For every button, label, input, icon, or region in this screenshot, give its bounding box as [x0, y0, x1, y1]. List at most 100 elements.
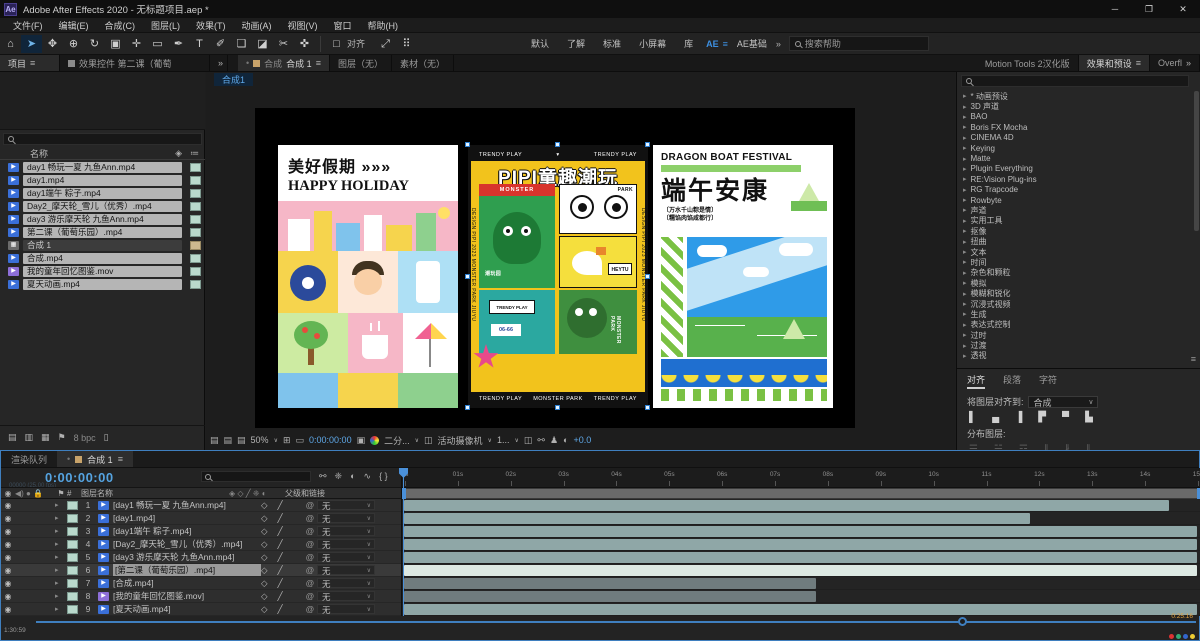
workspace-ae-basic[interactable]: AE基础	[728, 35, 776, 52]
visibility-toggle[interactable]: ◉	[1, 579, 15, 588]
menu-item[interactable]: 文件(F)	[6, 18, 50, 33]
timeline-layer-row[interactable]: ◉ ▸ 1 ▶ [day1 畅玩一夏 九鱼Ann.mp4] ◇ ╱ @ 无	[1, 499, 401, 512]
zoom-tool[interactable]: ⊕	[63, 35, 84, 53]
delete-icon[interactable]: ▯	[104, 432, 109, 443]
type-tool[interactable]: T	[189, 35, 210, 53]
effects-category-row[interactable]: ▸ 抠像	[957, 226, 1193, 236]
graph-editor-icon[interactable]: ∿	[364, 471, 372, 482]
workspace-默认[interactable]: 默认	[522, 35, 558, 52]
comp-panel-menu-icon[interactable]: ≡	[316, 58, 321, 68]
layer-duration-bar[interactable]	[404, 591, 817, 602]
layer-bar-row[interactable]	[402, 577, 1200, 590]
layer-name[interactable]: [day1端午 粽子.mp4]	[113, 525, 261, 537]
clone-tool[interactable]: ❏	[231, 35, 252, 53]
align-vcenter-button[interactable]: ▀	[1062, 412, 1069, 423]
snapshot-icon[interactable]: ▣	[357, 435, 366, 446]
new-composition-icon[interactable]: ▦	[41, 432, 50, 443]
zoom-dropdown-icon[interactable]: ∨	[274, 437, 278, 444]
menu-item[interactable]: 视图(V)	[281, 18, 325, 33]
twirl-icon[interactable]: ▸	[963, 342, 967, 350]
project-file-row[interactable]: ▶ 合成.mp4	[0, 252, 205, 265]
layer-bar-row[interactable]	[402, 499, 1200, 512]
project-file-row[interactable]: ▦ 合成 1	[0, 239, 205, 252]
hand-tool[interactable]: ✥	[42, 35, 63, 53]
effects-category-row[interactable]: ▸ Matte	[957, 153, 1193, 163]
twirl-icon[interactable]: ▸	[963, 290, 967, 298]
visibility-toggle[interactable]: ◉	[1, 540, 15, 549]
menu-item[interactable]: 窗口	[327, 18, 359, 33]
menu-item[interactable]: 帮助(H)	[361, 18, 406, 33]
interpret-footage-icon[interactable]: ▤	[8, 432, 17, 443]
menu-item[interactable]: 合成(C)	[98, 18, 143, 33]
layer-bar-row[interactable]	[402, 512, 1200, 525]
motion-blur-icon[interactable]: ◐	[350, 471, 355, 482]
selection-handle[interactable]	[645, 405, 650, 410]
parent-pickwhip-icon[interactable]: @	[303, 578, 317, 588]
effects-category-row[interactable]: ▸ 时间	[957, 257, 1193, 267]
timeline-layer-row[interactable]: ◉ ▸ 8 ▶ [我的童年回忆图鉴.mov] ◇ ╱ @ 无	[1, 590, 401, 603]
twirl-icon[interactable]: ▸	[963, 300, 967, 308]
twirl-icon[interactable]: ▸	[963, 155, 967, 163]
effects-category-row[interactable]: ▸ RG Trapcode	[957, 185, 1193, 195]
workspace-标准[interactable]: 标准	[594, 35, 630, 52]
layer-duration-bar[interactable]	[404, 500, 1170, 511]
project-file-row[interactable]: ▶ day1.mp4	[0, 174, 205, 187]
parent-select[interactable]: 无	[317, 526, 375, 537]
effects-category-row[interactable]: ▸ 模拟	[957, 278, 1193, 288]
selection-handle[interactable]	[645, 142, 650, 147]
menu-item[interactable]: 效果(T)	[189, 18, 233, 33]
always-preview-icon[interactable]: ▤	[210, 435, 219, 446]
twirl-icon[interactable]: ▸	[963, 206, 967, 214]
tab-paragraph[interactable]: 段落	[1003, 373, 1021, 389]
layer-label-chip[interactable]	[67, 578, 78, 588]
layer-bar-row[interactable]	[402, 564, 1200, 577]
selection-handle[interactable]	[465, 142, 470, 147]
parent-select[interactable]: 无	[317, 500, 375, 511]
parent-pickwhip-icon[interactable]: @	[303, 526, 317, 536]
twirl-icon[interactable]: ▸	[963, 269, 967, 277]
layer-duration-bar[interactable]	[404, 565, 1197, 576]
timeline-search[interactable]	[201, 471, 311, 482]
layer-twirl-icon[interactable]: ▸	[55, 501, 67, 509]
effects-category-row[interactable]: ▸ 杂色和颗粒	[957, 268, 1193, 278]
brackets-icon[interactable]: { }	[379, 471, 388, 482]
tab-motion-tools[interactable]: Motion Tools 2汉化版	[977, 55, 1079, 71]
layer-twirl-icon[interactable]: ▸	[55, 566, 67, 574]
quality-switch[interactable]: ◇	[261, 591, 268, 602]
layer-label-chip[interactable]	[67, 552, 78, 562]
visibility-toggle[interactable]: ◉	[1, 566, 15, 575]
tab-project[interactable]: 项目 ≡	[0, 55, 60, 71]
twirl-icon[interactable]: ▸	[963, 310, 967, 318]
layer-name[interactable]: [day3 游乐摩天轮 九鱼Ann.mp4]	[113, 551, 261, 563]
twirl-icon[interactable]: ▸	[963, 123, 967, 131]
puppet-tool[interactable]: ✜	[294, 35, 315, 53]
pixel-aspect-icon[interactable]: ◫	[524, 435, 533, 446]
selection-handle[interactable]	[465, 274, 470, 279]
layer-twirl-icon[interactable]: ▸	[55, 553, 67, 561]
layer-switches[interactable]: ◇ ╱	[261, 526, 303, 537]
label-color-chip[interactable]	[190, 267, 201, 276]
magnification-icon[interactable]: ▤	[224, 435, 233, 446]
effects-category-row[interactable]: ▸ * 动画预设	[957, 91, 1193, 101]
layer-name[interactable]: [day1.mp4]	[113, 513, 261, 523]
twirl-icon[interactable]: ▸	[963, 165, 967, 173]
parent-select[interactable]: 无	[317, 552, 375, 563]
twirl-icon[interactable]: ▸	[963, 103, 967, 111]
layer-switches[interactable]: ◇ ╱	[261, 578, 303, 589]
visibility-toggle[interactable]: ◉	[1, 592, 15, 601]
align-right-button[interactable]: ▐	[1015, 412, 1022, 423]
layer-switches[interactable]: ◇ ╱	[261, 604, 303, 615]
twirl-icon[interactable]: ▸	[963, 258, 967, 266]
effects-category-row[interactable]: ▸ 透视	[957, 351, 1193, 361]
quality-switch[interactable]: ◇	[261, 526, 268, 537]
project-file-row[interactable]: ▶ 我的童年回忆图鉴.mov	[0, 265, 205, 278]
parent-select[interactable]: 无	[317, 565, 375, 576]
project-search[interactable]	[3, 133, 202, 145]
project-file-row[interactable]: ▶ day1端午 粽子.mp4	[0, 187, 205, 200]
project-file-row[interactable]: ▶ Day2_摩天轮_雪儿（优秀）.mp4	[0, 200, 205, 213]
video-column-icon[interactable]: ◉	[1, 489, 15, 498]
playhead[interactable]	[399, 468, 408, 616]
layer-label-chip[interactable]	[67, 513, 78, 523]
project-file-row[interactable]: ▶ day1 畅玩一夏 九鱼Ann.mp4	[0, 161, 205, 174]
fast-preview-icon[interactable]: ◫	[424, 435, 433, 446]
